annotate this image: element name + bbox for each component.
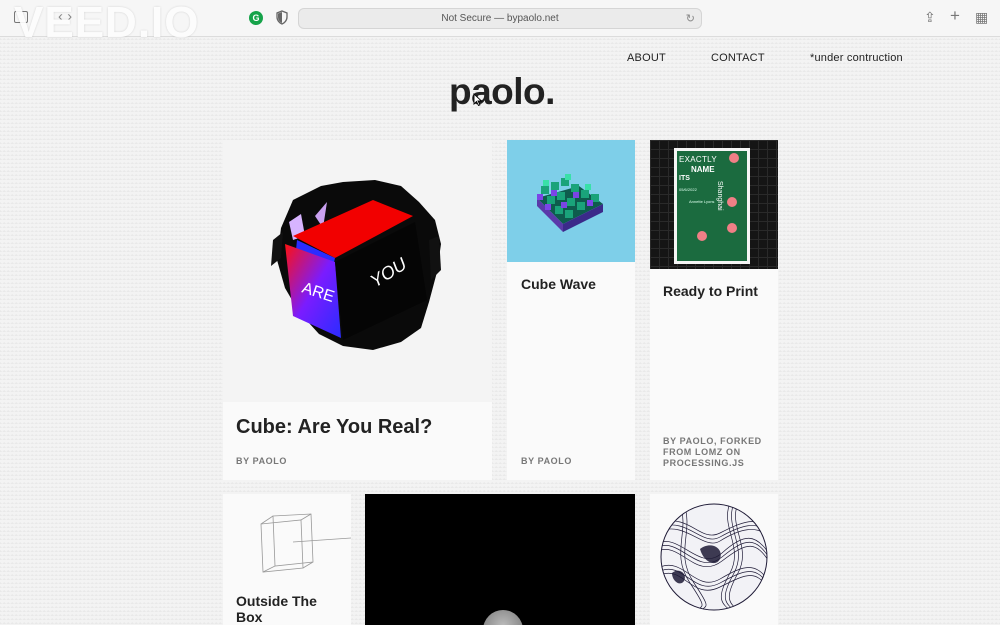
project-card-ready-to-print[interactable]: EXACTLY NAME ITS 05/6/2022 Annette Lyons…	[650, 140, 778, 480]
poster-dot	[729, 153, 739, 163]
cube-artwork: ARE YOU	[223, 140, 492, 402]
card-byline: BY PAOLO, FORKED FROM LOMZ ON PROCESSING…	[663, 436, 762, 468]
grammarly-extension-icon[interactable]: G	[249, 11, 263, 25]
sphere-artwork	[483, 610, 523, 625]
card-title[interactable]: Outside The Box	[236, 593, 346, 625]
poster-line-2: NAME	[691, 165, 715, 174]
poster-line-3: ITS	[679, 175, 690, 182]
cube-wave-artwork	[507, 140, 635, 262]
site-logo[interactable]: paolo.	[449, 71, 555, 113]
veed-watermark: VEED.IO	[14, 0, 200, 47]
card-title[interactable]: Cube Wave	[521, 276, 596, 292]
card-byline: BY PAOLO	[521, 456, 572, 466]
tab-overview-icon[interactable]: ▦	[975, 9, 988, 26]
nav-under-construction[interactable]: *under contruction	[810, 52, 903, 64]
nav-contact[interactable]: CONTACT	[711, 52, 765, 64]
poster-dot	[697, 231, 707, 241]
poster-date: 05/6/2022	[679, 187, 697, 192]
address-text: Not Secure — bypaolo.net	[441, 13, 559, 24]
poster-dot	[727, 197, 737, 207]
project-card-cube-are-you-real[interactable]: ARE YOU Cube: Are You Real? BY PAOLO	[223, 140, 492, 480]
wireframe-box-artwork	[260, 513, 351, 573]
new-tab-icon[interactable]: +	[950, 6, 960, 26]
card-byline: BY PAOLO	[236, 456, 287, 466]
shield-icon[interactable]	[276, 10, 288, 25]
nav-about[interactable]: ABOUT	[627, 52, 666, 64]
poster-line-1: EXACTLY	[679, 155, 717, 164]
poster-side-text: Shanghai	[716, 181, 723, 211]
mouse-cursor-icon	[473, 93, 483, 106]
project-card-cube-wave[interactable]: Cube Wave BY PAOLO	[507, 140, 635, 480]
flow-lines-artwork	[660, 503, 768, 611]
poster-author: Annette Lyons	[689, 199, 715, 204]
card-title[interactable]: Ready to Print	[663, 283, 758, 299]
share-icon[interactable]: ⇪	[924, 9, 936, 26]
card-title[interactable]: Cube: Are You Real?	[236, 416, 432, 439]
poster-dot	[727, 223, 737, 233]
project-card-video[interactable]	[365, 494, 635, 625]
poster-artwork: EXACTLY NAME ITS 05/6/2022 Annette Lyons…	[650, 140, 778, 269]
browser-toolbar: ‹ › G Not Secure — bypaolo.net ↻ ⇪ + ▦ V…	[0, 0, 1000, 47]
project-card-wave-circle[interactable]	[650, 494, 778, 625]
reload-icon[interactable]: ↻	[686, 9, 695, 29]
project-card-outside-the-box[interactable]: Outside The Box	[223, 494, 351, 625]
poster-frame: EXACTLY NAME ITS 05/6/2022 Annette Lyons…	[674, 148, 750, 264]
address-bar[interactable]: Not Secure — bypaolo.net ↻	[298, 8, 702, 29]
